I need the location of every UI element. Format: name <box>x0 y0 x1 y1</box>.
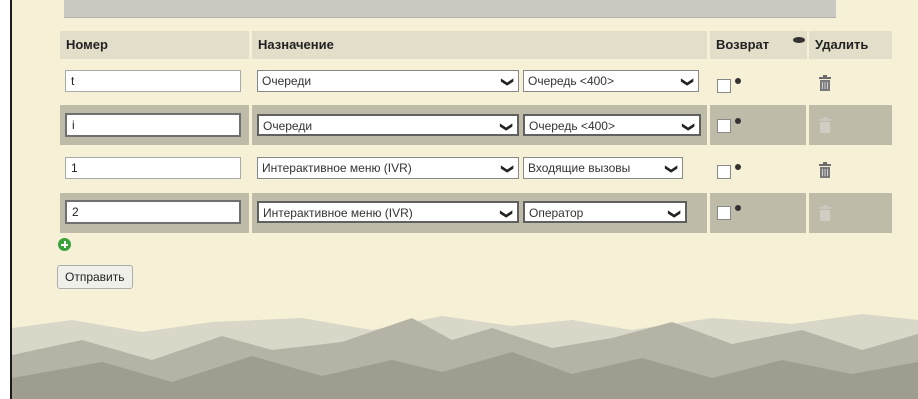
trash-icon[interactable] <box>818 205 832 221</box>
help-dot-icon[interactable] <box>735 118 741 124</box>
chevron-down-icon: ❯ <box>499 208 514 220</box>
chevron-down-icon: ❯ <box>500 76 515 88</box>
top-separator-bar <box>64 0 836 18</box>
destination-target-value: Оператор <box>529 206 584 220</box>
header-delete-label: Удалить <box>815 37 869 52</box>
help-dot-icon[interactable] <box>735 78 741 84</box>
column-divider <box>249 193 252 233</box>
trash-icon[interactable] <box>818 117 832 133</box>
chevron-down-icon: ❯ <box>499 121 514 133</box>
destination-target-select[interactable]: Оператор ❯ <box>523 201 687 223</box>
table-row: Интерактивное меню (IVR) ❯ Входящие вызов… <box>60 151 892 189</box>
return-checkbox[interactable] <box>717 165 731 179</box>
destination-type-value: Очереди <box>262 74 312 88</box>
destination-target-select[interactable]: Очередь <400> ❯ <box>523 70 699 92</box>
return-checkbox[interactable] <box>717 119 731 133</box>
chevron-down-icon: ❯ <box>681 121 696 133</box>
help-dot-icon[interactable] <box>735 164 741 170</box>
submit-button[interactable]: Отправить <box>57 265 133 289</box>
header-destination: Назначение <box>252 31 707 59</box>
number-input[interactable] <box>65 70 241 92</box>
destination-type-select[interactable]: Интерактивное меню (IVR) ❯ <box>257 157 519 179</box>
header-delete: Удалить <box>809 31 892 59</box>
trash-icon[interactable] <box>818 75 832 91</box>
table-row: Интерактивное меню (IVR) ❯ Оператор ❯ <box>60 193 892 233</box>
destination-target-value: Входящие вызовы <box>528 161 631 175</box>
header-number-label: Номер <box>66 37 108 52</box>
return-checkbox[interactable] <box>717 79 731 93</box>
column-divider <box>707 193 710 233</box>
destination-target-select[interactable]: Входящие вызовы ❯ <box>523 157 683 179</box>
header-return-label: Возврат <box>716 37 770 52</box>
chevron-down-icon: ❯ <box>680 76 695 88</box>
chevron-down-icon: ❯ <box>500 163 515 175</box>
destination-target-value: Очередь <400> <box>529 119 615 133</box>
mountains-decoration <box>12 314 918 399</box>
destination-type-value: Очереди <box>263 119 313 133</box>
table-row: Очереди ❯ Очередь <400> ❯ <box>60 64 892 102</box>
destination-type-select[interactable]: Интерактивное меню (IVR) ❯ <box>257 201 519 223</box>
chevron-down-icon: ❯ <box>667 208 682 220</box>
column-divider <box>249 105 252 145</box>
header-return: Возврат <box>710 31 807 59</box>
destination-target-value: Очередь <400> <box>528 74 614 88</box>
column-divider <box>707 105 710 145</box>
plus-circle-icon[interactable] <box>58 238 71 251</box>
number-input[interactable] <box>65 157 241 179</box>
header-number: Номер <box>60 31 249 59</box>
chevron-down-icon: ❯ <box>664 163 679 175</box>
number-input[interactable] <box>65 200 241 224</box>
number-input[interactable] <box>65 113 241 137</box>
left-frame-border <box>0 0 12 399</box>
column-divider <box>806 105 809 145</box>
destination-type-value: Интерактивное меню (IVR) <box>262 161 412 175</box>
destination-type-value: Интерактивное меню (IVR) <box>263 206 413 220</box>
help-dot-icon[interactable] <box>793 37 805 43</box>
trash-icon[interactable] <box>818 162 832 178</box>
destination-type-select[interactable]: Очереди ❯ <box>257 114 519 136</box>
header-destination-label: Назначение <box>258 37 334 52</box>
help-dot-icon[interactable] <box>735 205 741 211</box>
destination-target-select[interactable]: Очередь <400> ❯ <box>523 114 701 136</box>
return-checkbox[interactable] <box>717 206 731 220</box>
column-divider <box>806 193 809 233</box>
destination-type-select[interactable]: Очереди ❯ <box>257 70 519 92</box>
table-row: Очереди ❯ Очередь <400> ❯ <box>60 105 892 145</box>
